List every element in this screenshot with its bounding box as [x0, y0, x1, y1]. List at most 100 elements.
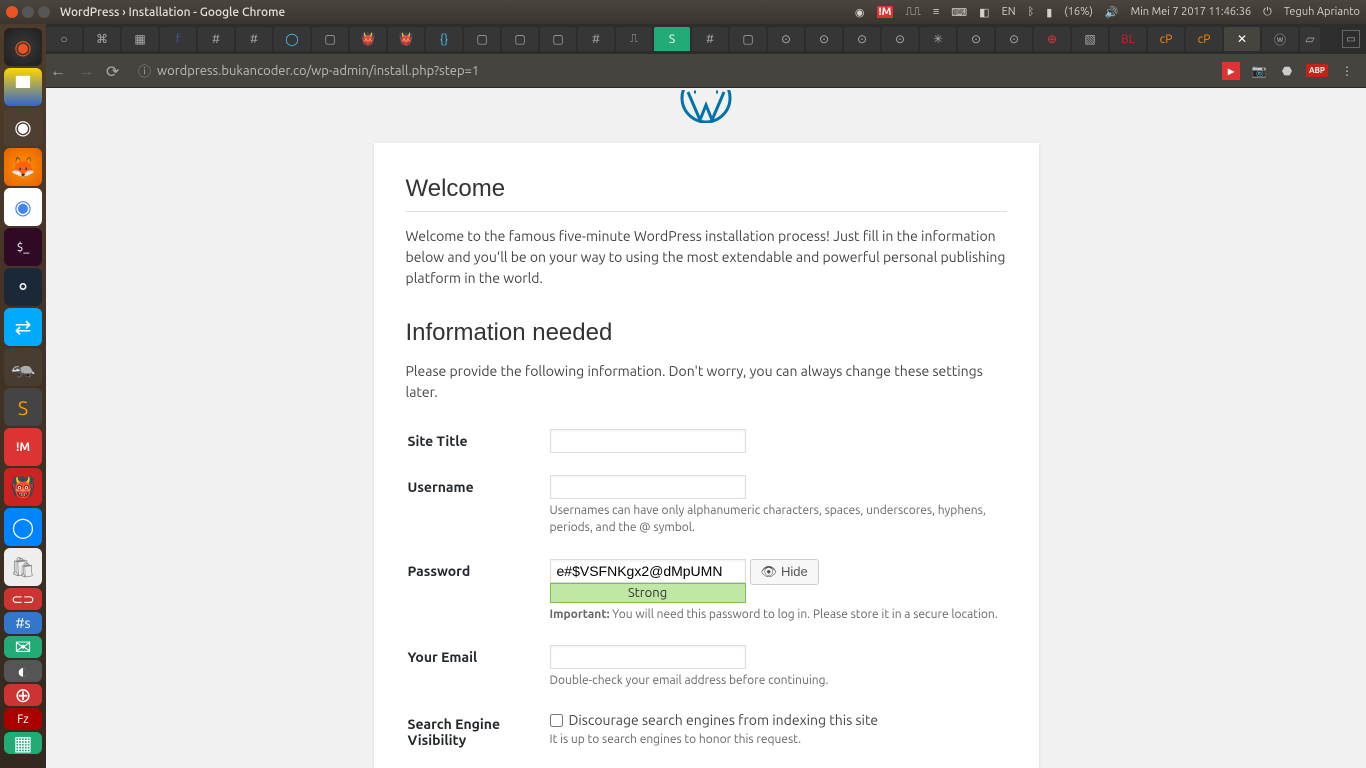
new-tab-button[interactable]: ▱ — [1300, 27, 1320, 51]
browser-tab[interactable]: # — [198, 27, 234, 51]
menu-icon[interactable]: ≡ — [933, 6, 939, 18]
app-icon[interactable]: ◐ — [4, 660, 42, 682]
tray-icon[interactable]: ◧ — [979, 6, 989, 19]
browser-tab[interactable]: ⌘ — [84, 27, 120, 51]
browser-tab[interactable]: f — [160, 27, 196, 51]
password-input[interactable] — [550, 559, 746, 583]
software-center-icon[interactable]: 🛍 — [4, 548, 42, 586]
menu-icon[interactable]: ⋮ — [1338, 62, 1356, 80]
discourage-checkbox-row[interactable]: Discourage search engines from indexing … — [550, 712, 1005, 728]
browser-tab[interactable]: ▦ — [122, 27, 158, 51]
window-close-button[interactable] — [6, 6, 18, 18]
browser-tab-active[interactable]: ✕ — [1224, 27, 1260, 51]
app-icon[interactable]: ⊕ — [4, 684, 42, 706]
browser-tab[interactable]: ▢ — [502, 27, 538, 51]
battery-percent: (16%) — [1064, 6, 1093, 18]
shield-icon[interactable]: ⬣ — [1278, 62, 1296, 80]
browser-tab[interactable]: S — [654, 27, 690, 51]
browser-tab[interactable]: ⓦ — [1262, 27, 1298, 51]
thunderbird-icon[interactable]: ✉ — [4, 636, 42, 658]
monitor-app-icon[interactable]: !M — [4, 428, 42, 466]
terminal-icon[interactable]: $_ — [4, 228, 42, 266]
pocket-icon[interactable]: ▸ — [1222, 62, 1240, 80]
browser-tab[interactable]: ⊙ — [768, 27, 804, 51]
browser-tab[interactable]: ▢ — [540, 27, 576, 51]
camera-icon[interactable]: 📷 — [1250, 62, 1268, 80]
browser-tab[interactable]: ○ — [46, 27, 82, 51]
window-minimize-button[interactable] — [22, 6, 34, 18]
user-name[interactable]: Teguh Aprianto — [1284, 6, 1360, 18]
window-maximize-button[interactable] — [38, 6, 50, 18]
browser-tab[interactable]: cP — [1186, 27, 1222, 51]
discourage-checkbox[interactable] — [550, 714, 563, 727]
email-label: Your Email — [408, 635, 548, 700]
monitor-indicator-icon[interactable]: !M — [877, 6, 894, 18]
browser-tab[interactable]: ▢ — [730, 27, 766, 51]
firefox-icon[interactable]: 🦊 — [4, 148, 42, 186]
app-icon[interactable]: ⊂⊃ — [4, 588, 42, 610]
network-graph-icon[interactable]: ⎍⎍ — [905, 6, 920, 19]
search-hint: It is up to search engines to honor this… — [550, 732, 1005, 749]
email-hint: Double-check your email address before c… — [550, 673, 1005, 690]
browser-tab[interactable]: ⊙ — [958, 27, 994, 51]
browser-tab[interactable]: ⊙ — [882, 27, 918, 51]
browser-tab[interactable]: ◯ — [274, 27, 310, 51]
browser-tab[interactable]: ⊙ — [844, 27, 880, 51]
back-button[interactable]: ← — [50, 62, 68, 80]
username-input[interactable] — [550, 475, 746, 499]
browser-tab[interactable]: # — [692, 27, 728, 51]
browser-tab[interactable]: # — [578, 27, 614, 51]
browser-tab[interactable]: {} — [426, 27, 462, 51]
browser-tab[interactable]: ▧ — [1072, 27, 1108, 51]
app-icon[interactable]: #s — [4, 612, 42, 634]
browser-tab[interactable]: 👹 — [388, 27, 424, 51]
unity-launcher: ◉ ▀ ◉ 🦊 ◉ $_ ⚬ ⇄ 🦡 S !M 👹 ◯ 🛍 ⊂⊃ #s ✉ ◐ … — [0, 24, 46, 768]
browser-tab[interactable]: ⎍ — [616, 27, 652, 51]
clock[interactable]: Min Mei 7 2017 11:46:36 — [1131, 6, 1252, 18]
install-card: Welcome Welcome to the famous five-minut… — [374, 143, 1039, 768]
ubuntu-dash-icon[interactable]: ◉ — [4, 28, 42, 66]
bluetooth-icon[interactable]: ᛒ — [1028, 6, 1035, 18]
steam-icon[interactable]: ⚬ — [4, 268, 42, 306]
app-icon[interactable]: 👹 — [4, 468, 42, 506]
browser-tab[interactable]: cP — [1148, 27, 1184, 51]
window-title: WordPress › Installation - Google Chrome — [60, 6, 285, 19]
browser-tab[interactable]: ▢ — [464, 27, 500, 51]
email-input[interactable] — [550, 645, 746, 669]
browser-tab[interactable]: ⊕ — [1034, 27, 1070, 51]
app-icon[interactable]: 🦡 — [4, 348, 42, 386]
app-icon[interactable]: ▦ — [4, 732, 42, 754]
browser-tab[interactable]: ✳ — [920, 27, 956, 51]
browser-tab[interactable]: 👹 — [350, 27, 386, 51]
system-menu-bar: WordPress › Installation - Google Chrome… — [0, 0, 1366, 24]
chrome-icon[interactable]: ◉ — [4, 108, 42, 146]
account-icon[interactable]: ▭ — [1342, 30, 1360, 48]
hide-password-button[interactable]: 👁 Hide — [750, 559, 819, 585]
messenger-icon[interactable]: ◯ — [4, 508, 42, 546]
keyboard-icon[interactable]: ⌨ — [951, 6, 967, 19]
browser-tab[interactable]: ⊙ — [996, 27, 1032, 51]
browser-tab[interactable]: BL — [1110, 27, 1146, 51]
forward-button[interactable]: → — [78, 62, 96, 80]
site-title-input[interactable] — [550, 429, 746, 453]
chrome-indicator-icon[interactable]: ◉ — [855, 6, 865, 19]
anydesk-icon[interactable]: ⇄ — [4, 308, 42, 346]
battery-icon[interactable]: ▮ — [1046, 6, 1052, 19]
username-hint: Usernames can have only alphanumeric cha… — [550, 503, 1005, 537]
site-title-label: Site Title — [408, 419, 548, 463]
address-bar[interactable]: ⓘ wordpress.bukancoder.co/wp-admin/insta… — [134, 59, 1212, 83]
password-strength-badge: Strong — [550, 583, 746, 603]
info-icon: ⓘ — [138, 61, 151, 80]
reload-button[interactable]: ⟳ — [106, 62, 124, 80]
browser-tab[interactable]: ▢ — [312, 27, 348, 51]
launcher-item[interactable]: ▀ — [4, 68, 42, 106]
browser-tab[interactable]: # — [236, 27, 272, 51]
browser-tab[interactable]: ⊙ — [806, 27, 842, 51]
volume-icon[interactable]: 🔊 — [1105, 6, 1119, 19]
adblock-icon[interactable]: ABP — [1306, 64, 1328, 77]
chromium-icon[interactable]: ◉ — [4, 188, 42, 226]
sublime-icon[interactable]: S — [4, 388, 42, 426]
language-indicator[interactable]: EN — [1002, 6, 1016, 18]
power-icon[interactable]: ⏻ — [1263, 6, 1272, 19]
filezilla-icon[interactable]: Fz — [4, 708, 42, 730]
